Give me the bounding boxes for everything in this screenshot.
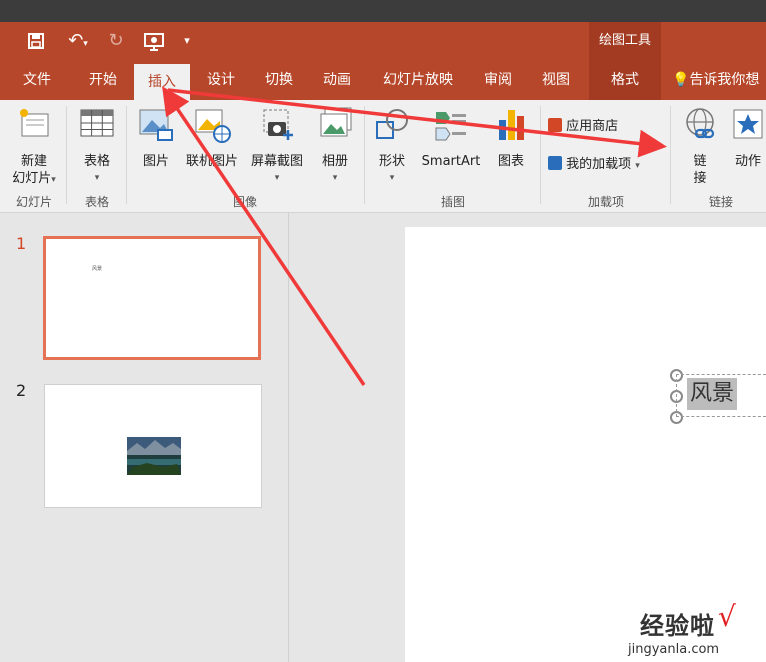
slide-thumbnail-1[interactable]: 风景 <box>43 236 261 360</box>
shapes-label: 形状 <box>378 154 405 169</box>
landscape-picture <box>127 437 181 475</box>
separator <box>364 106 365 204</box>
context-tab-group-drawing-tools: 绘图工具 <box>589 22 661 60</box>
tab-transitions[interactable]: 切换 <box>252 60 306 100</box>
slide-thumbnail-2[interactable] <box>44 384 262 508</box>
separator <box>670 106 671 204</box>
screenshot-icon <box>263 109 293 140</box>
action-star-icon <box>733 109 763 139</box>
photo-album-icon <box>320 107 352 137</box>
group-label-addins: 加载项 <box>587 195 624 209</box>
chart-button[interactable]: 图表 <box>488 106 534 170</box>
table-label: 表格 <box>83 154 110 169</box>
slide-number: 1 <box>16 234 27 253</box>
picture-button[interactable]: 图片 <box>134 106 178 170</box>
screenshot-button[interactable]: 屏幕截图 ▾ <box>246 106 308 187</box>
new-slide-button[interactable]: 新建 幻灯片▾ <box>4 106 64 189</box>
my-addins-label: 我的加载项 <box>566 157 632 172</box>
online-picture-button[interactable]: 联机图片 <box>180 106 244 170</box>
undo-icon[interactable]: ↶▾ <box>60 28 96 54</box>
slide-textbox-text[interactable]: 风景 <box>687 378 738 410</box>
photo-album-label: 相册 <box>321 154 348 169</box>
link-label-1: 链 <box>693 154 707 169</box>
tab-home[interactable]: 开始 <box>76 60 130 100</box>
picture-label: 图片 <box>142 154 169 169</box>
tab-file[interactable]: 文件 <box>10 60 64 100</box>
link-label-2: 接 <box>693 171 707 186</box>
redo-icon[interactable]: ↻ <box>104 28 128 54</box>
group-label-illustrations: 插图 <box>440 195 465 209</box>
online-picture-icon <box>195 109 231 143</box>
ribbon-tab-bar: 文件 开始 插入 设计 切换 动画 幻灯片放映 审阅 视图 格式 💡告诉我你想 <box>0 60 766 100</box>
watermark-logo-text: 经验啦 <box>640 612 715 640</box>
smartart-icon <box>435 112 466 141</box>
table-icon <box>80 109 114 137</box>
tell-me-label: 告诉我你想 <box>689 72 760 88</box>
action-label: 动作 <box>734 154 761 169</box>
app-store-label: 应用商店 <box>566 119 619 134</box>
chart-label: 图表 <box>497 154 524 169</box>
link-button[interactable]: 链 接 <box>676 106 724 187</box>
save-icon[interactable] <box>24 28 48 54</box>
current-slide[interactable] <box>405 227 766 662</box>
tab-view[interactable]: 视图 <box>528 60 584 100</box>
lightbulb-icon: 💡 <box>672 72 690 88</box>
store-icon <box>548 118 562 132</box>
group-label-slides: 幻灯片 <box>15 195 52 209</box>
watermark-check: √ <box>718 600 736 633</box>
action-button[interactable]: 动作 <box>728 106 766 170</box>
smartart-button[interactable]: SmartArt <box>418 106 484 170</box>
picture-icon <box>139 109 173 141</box>
shapes-icon <box>376 109 408 139</box>
online-picture-label: 联机图片 <box>185 154 238 169</box>
separator <box>66 106 67 204</box>
tab-design[interactable]: 设计 <box>194 60 248 100</box>
table-button[interactable]: 表格 ▾ <box>72 106 122 187</box>
tab-format[interactable]: 格式 <box>589 60 661 100</box>
window-titlebar <box>0 0 766 22</box>
chart-icon <box>499 110 524 140</box>
shapes-button[interactable]: 形状 ▾ <box>370 106 414 187</box>
tab-review[interactable]: 审阅 <box>472 60 524 100</box>
addins-icon <box>548 156 562 170</box>
group-label-images: 图像 <box>232 195 257 209</box>
watermark-url: jingyanla.com <box>628 642 720 657</box>
tab-slideshow[interactable]: 幻灯片放映 <box>370 60 466 100</box>
screenshot-label: 屏幕截图 <box>250 154 303 169</box>
new-slide-icon <box>20 109 49 137</box>
separator <box>126 106 127 204</box>
tell-me-box[interactable]: 💡告诉我你想 <box>672 60 766 100</box>
tab-insert[interactable]: 插入 <box>134 64 190 100</box>
start-slideshow-icon[interactable] <box>140 28 168 54</box>
separator <box>540 106 541 204</box>
group-label-tables: 表格 <box>84 195 109 209</box>
group-label-links: 链接 <box>708 195 733 209</box>
customize-qat-icon[interactable]: ▾ <box>178 28 196 54</box>
thumbnail-text: 风景 <box>92 266 103 272</box>
slide-number: 2 <box>16 381 27 400</box>
new-slide-label-2: 幻灯片 <box>12 171 52 186</box>
tab-animations[interactable]: 动画 <box>310 60 364 100</box>
link-icon <box>686 108 715 139</box>
new-slide-label-1: 新建 <box>20 154 47 169</box>
my-addins-button[interactable]: 我的加载项 ▾ <box>548 156 666 175</box>
app-store-button[interactable]: 应用商店 <box>548 118 648 135</box>
photo-album-button[interactable]: 相册 ▾ <box>312 106 358 187</box>
smartart-label: SmartArt <box>421 154 481 169</box>
